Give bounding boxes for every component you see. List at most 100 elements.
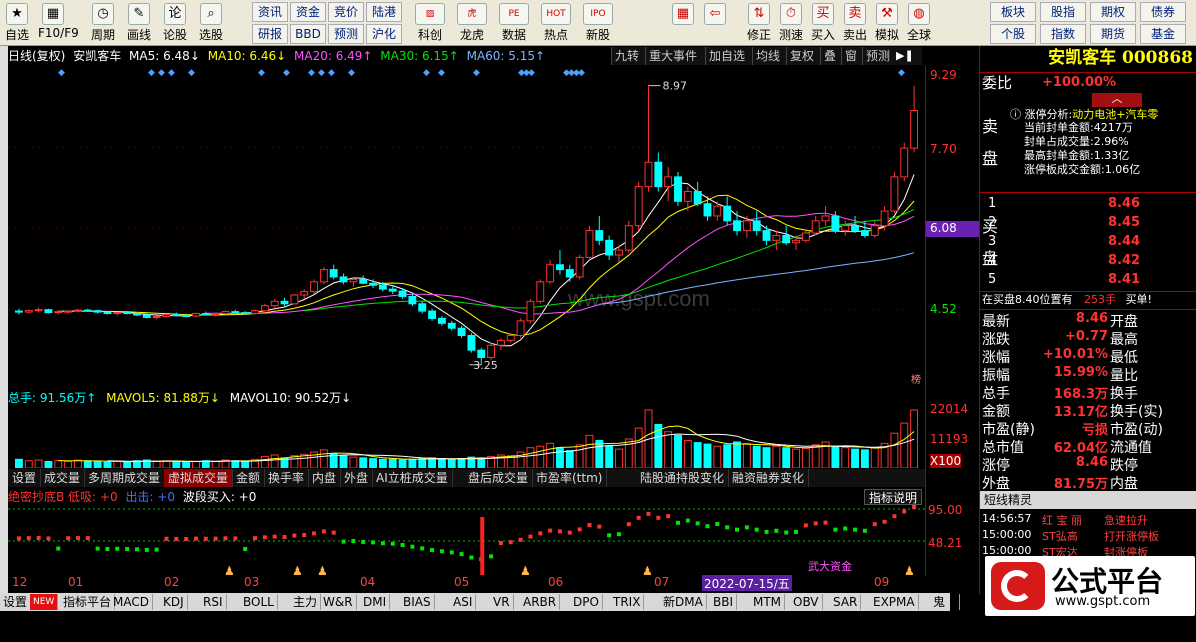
indicator-tab-12[interactable]: VR: [490, 594, 514, 610]
event-marker-13[interactable]: ◆: [473, 68, 480, 78]
menu-b-1[interactable]: BBD: [290, 24, 326, 44]
market-tab-3[interactable]: 债券: [1140, 2, 1186, 22]
candle[interactable]: [251, 309, 259, 315]
indicator-tab-22[interactable]: 鬼谷神...: [930, 594, 961, 641]
candle[interactable]: [192, 312, 200, 318]
indicator-tab-13[interactable]: ARBR: [520, 594, 561, 610]
volume-tab-4[interactable]: 金额: [232, 469, 266, 487]
chart-tab-7[interactable]: 预测: [862, 47, 896, 65]
candle[interactable]: [437, 315, 446, 326]
volume-tab-7[interactable]: 外盘: [340, 469, 374, 487]
candle[interactable]: [64, 310, 73, 314]
candle[interactable]: [172, 312, 181, 317]
indicator-tab-16[interactable]: 新DMA: [660, 594, 707, 610]
menu-1[interactable]: 资金: [290, 2, 326, 22]
candle[interactable]: [752, 211, 761, 236]
event-marker-11[interactable]: ◆: [423, 68, 430, 78]
menu-2[interactable]: 竞价: [328, 2, 364, 22]
market-tab-0[interactable]: 板块: [990, 2, 1036, 22]
volume-tab-12[interactable]: 融资融券变化: [728, 469, 810, 487]
volume-tab-10[interactable]: 市盈率(ttm): [532, 469, 608, 487]
candle[interactable]: [605, 235, 614, 260]
candle[interactable]: [34, 307, 43, 313]
chart-tab-2[interactable]: 加自选: [705, 47, 752, 65]
indicator-tab-1[interactable]: NEW: [30, 594, 59, 610]
market-tab-b-0[interactable]: 个股: [990, 24, 1036, 44]
candle[interactable]: [624, 220, 633, 253]
candle[interactable]: [733, 211, 741, 236]
market-tab-b-3[interactable]: 基金: [1140, 24, 1186, 44]
toolbar-button-4[interactable]: 论论股: [160, 2, 190, 44]
candle[interactable]: [447, 320, 456, 331]
candle[interactable]: [113, 311, 122, 316]
toolbar-button-2[interactable]: ◷ 周期: [88, 2, 118, 44]
short-stock-0[interactable]: 红 宝 丽: [1042, 512, 1082, 528]
candle[interactable]: [565, 264, 574, 282]
window-controls-icon[interactable]: ▶❚: [896, 47, 922, 65]
buy-signal-icon[interactable]: ♟: [904, 564, 915, 575]
candle[interactable]: [260, 303, 269, 312]
volume-chart[interactable]: [8, 406, 925, 468]
candle[interactable]: [841, 220, 850, 236]
candle[interactable]: [270, 298, 279, 309]
indicator-tab-0[interactable]: 设置: [0, 594, 32, 610]
candle[interactable]: [428, 308, 437, 321]
candle[interactable]: [526, 298, 535, 324]
chart-tab-0[interactable]: 九转: [611, 47, 645, 65]
candle[interactable]: [310, 279, 318, 295]
indicator-tab-3[interactable]: MACD: [110, 594, 153, 610]
indicator-tab-8[interactable]: W&R: [320, 594, 357, 610]
candle[interactable]: [457, 325, 466, 338]
event-marker-4[interactable]: ◆: [188, 68, 195, 78]
market-tab-b-1[interactable]: 指数: [1040, 24, 1086, 44]
event-marker-1[interactable]: ◆: [148, 68, 155, 78]
center-button-3[interactable]: HOT 热点: [536, 2, 576, 44]
indicator-tab-11[interactable]: ASI: [450, 594, 477, 610]
short-stock-1[interactable]: ST弘高: [1042, 528, 1078, 544]
candle[interactable]: [359, 275, 368, 285]
indicator-tab-6[interactable]: BOLL: [240, 594, 278, 610]
event-marker-2[interactable]: ◆: [158, 68, 165, 78]
candle[interactable]: [683, 186, 692, 212]
market-tab-b-2[interactable]: 期货: [1090, 24, 1136, 44]
indicator-tab-15[interactable]: TRIX: [610, 594, 645, 610]
volume-tab-8[interactable]: AI立桩成交量: [372, 469, 453, 487]
candle[interactable]: [280, 297, 289, 307]
chart-tab-4[interactable]: 复权: [786, 47, 820, 65]
candle[interactable]: [83, 308, 92, 312]
candle[interactable]: [654, 152, 663, 192]
candle[interactable]: [211, 312, 220, 317]
candle[interactable]: [162, 313, 171, 318]
candle[interactable]: [221, 310, 230, 315]
candle[interactable]: [703, 196, 712, 221]
candle[interactable]: [54, 310, 63, 315]
candle[interactable]: [595, 215, 604, 246]
volume-tab-1[interactable]: 成交量: [40, 469, 86, 487]
candle[interactable]: [496, 337, 505, 351]
candle[interactable]: [418, 301, 427, 314]
nav-button-0[interactable]: ▦: [668, 2, 698, 44]
buy-signal-icon[interactable]: ♟: [317, 564, 328, 575]
event-marker-10[interactable]: ◆: [348, 68, 355, 78]
buy-signal-icon[interactable]: ♟: [642, 564, 653, 575]
buy-signal-icon[interactable]: ♟: [520, 564, 531, 575]
candle[interactable]: [900, 142, 909, 182]
candle[interactable]: [674, 172, 682, 207]
collapse-arrow-icon[interactable]: ︿: [1092, 93, 1142, 107]
menu-b-0[interactable]: 研报: [252, 24, 288, 44]
indicator-tab-20[interactable]: SAR: [830, 594, 862, 610]
event-marker-16[interactable]: ◆: [528, 68, 535, 78]
candle[interactable]: [664, 167, 673, 202]
toolbar-button-5[interactable]: ⌕ 选股: [196, 2, 226, 44]
nav-button-1[interactable]: ⇦: [700, 2, 730, 44]
volume-tab-11[interactable]: 陆股通持股变化: [636, 469, 730, 487]
indicator-tab-4[interactable]: KDJ: [160, 594, 188, 610]
candle[interactable]: [300, 289, 309, 299]
candle[interactable]: [723, 196, 732, 226]
menu-b-2[interactable]: 预测: [328, 24, 364, 44]
candle[interactable]: [870, 220, 879, 238]
candle[interactable]: [585, 225, 594, 260]
candle[interactable]: [821, 206, 830, 226]
candle[interactable]: [811, 215, 820, 236]
nav-button-4[interactable]: 买买入: [808, 2, 838, 44]
